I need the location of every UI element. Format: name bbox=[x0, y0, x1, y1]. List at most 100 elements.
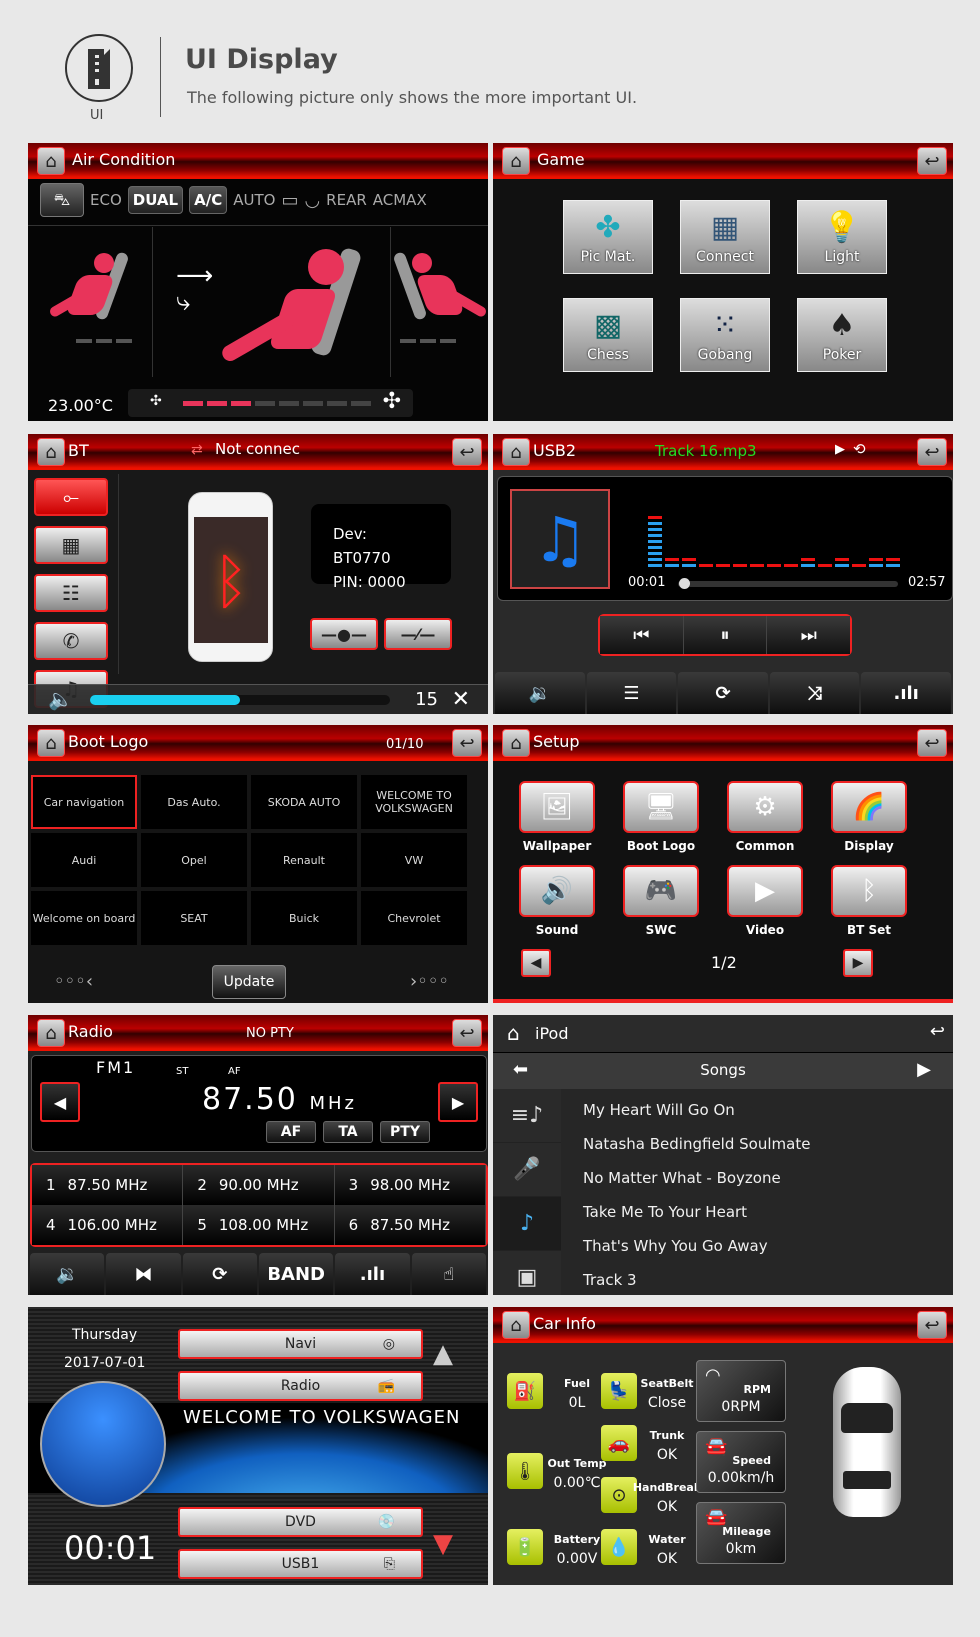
playlist-button[interactable]: ☰ bbox=[586, 672, 677, 714]
boot-logo-option[interactable]: Buick bbox=[251, 891, 357, 945]
boot-logo-option[interactable]: Renault bbox=[251, 833, 357, 887]
scroll-down-button[interactable]: ▼ bbox=[433, 1529, 453, 1559]
af-button[interactable]: AF bbox=[266, 1121, 316, 1143]
boot-logo-option[interactable]: Welcome on board bbox=[31, 891, 137, 945]
clock-orb[interactable] bbox=[40, 1381, 166, 1507]
ac-button[interactable]: A/C bbox=[189, 186, 228, 214]
back-button[interactable]: ↩ bbox=[917, 147, 947, 175]
previous-page-button[interactable]: ◦◦◦‹ bbox=[54, 971, 93, 992]
boot-logo-option[interactable]: Car navigation bbox=[31, 775, 137, 829]
preset-button[interactable]: 6 87.50 MHz bbox=[334, 1205, 486, 1245]
song-list-item[interactable]: Natasha Bedingfield Soulmate bbox=[566, 1127, 953, 1162]
equalizer-button[interactable]: .ılı bbox=[335, 1253, 410, 1295]
call-log-tab[interactable]: ✆ bbox=[34, 622, 108, 660]
back-button[interactable]: ↩ bbox=[452, 1019, 482, 1047]
balance-button[interactable]: ⧓ bbox=[106, 1253, 181, 1295]
boot-logo-option[interactable]: SKODA AUTO bbox=[251, 775, 357, 829]
songs-icon[interactable]: ♪ bbox=[493, 1197, 561, 1251]
dvd-button[interactable]: DVD 💿 bbox=[178, 1507, 423, 1537]
song-list-item[interactable]: Take Me To Your Heart bbox=[566, 1195, 953, 1230]
back-button[interactable]: ↩ bbox=[917, 438, 947, 466]
ta-button[interactable]: TA bbox=[323, 1121, 373, 1143]
home-button[interactable]: ⌂ bbox=[502, 1311, 530, 1339]
setup-item-video[interactable]: ▶ Video bbox=[727, 865, 803, 937]
equalizer-button[interactable]: .ılı bbox=[861, 672, 951, 714]
home-button[interactable]: ⌂ bbox=[37, 438, 65, 466]
preset-button[interactable]: 4 106.00 MHz bbox=[32, 1205, 184, 1245]
usb1-button[interactable]: USB1 ⎘ bbox=[178, 1549, 423, 1579]
album-icon[interactable]: ▣ bbox=[493, 1251, 561, 1295]
setup-item-display[interactable]: 🌈 Display bbox=[831, 781, 907, 853]
game-chess[interactable]: ▩ Chess bbox=[563, 298, 653, 372]
game-poker[interactable]: ♠ Poker bbox=[797, 298, 887, 372]
home-button[interactable]: ⌂ bbox=[37, 1019, 65, 1047]
acmax-button[interactable]: ACMAX bbox=[373, 191, 427, 209]
home-button[interactable]: ⌂ bbox=[37, 729, 65, 757]
navi-button[interactable]: Navi ◎ bbox=[178, 1329, 423, 1359]
home-button[interactable]: ⌂ bbox=[502, 147, 530, 175]
back-button[interactable]: ↩ bbox=[452, 438, 482, 466]
setup-item-boot-logo[interactable]: 🖥 Boot Logo bbox=[623, 781, 699, 853]
setup-item-common[interactable]: ⚙ Common bbox=[727, 781, 803, 853]
scroll-up-button[interactable]: ▲ bbox=[433, 1339, 453, 1369]
pty-button[interactable]: PTY bbox=[380, 1121, 430, 1143]
preset-button[interactable]: 5 108.00 MHz bbox=[183, 1205, 335, 1245]
previous-button[interactable]: ⏮ bbox=[600, 616, 684, 654]
seek-up-button[interactable]: ▶ bbox=[438, 1082, 478, 1122]
repeat-button[interactable]: ⟳ bbox=[678, 672, 768, 714]
boot-logo-option[interactable]: SEAT bbox=[141, 891, 247, 945]
dialpad-tab[interactable]: ▦ bbox=[34, 526, 108, 564]
radio-button[interactable]: Radio 📻 bbox=[178, 1371, 423, 1401]
setup-item-sound[interactable]: 🔊 Sound bbox=[519, 865, 595, 937]
seek-down-button[interactable]: ◀ bbox=[40, 1082, 80, 1122]
boot-logo-option[interactable]: VW bbox=[361, 833, 467, 887]
seek-bar[interactable] bbox=[678, 578, 898, 589]
next-button[interactable]: ⏭ bbox=[767, 616, 851, 654]
next-page-button[interactable]: ▶ bbox=[843, 949, 873, 977]
contacts-tab[interactable]: ☷ bbox=[34, 574, 108, 612]
back-icon[interactable]: ↩ bbox=[930, 1021, 945, 1042]
game-pic-mat[interactable]: ✤ Pic Mat. bbox=[563, 200, 653, 274]
setup-item-wallpaper[interactable]: 🖼 Wallpaper bbox=[519, 781, 595, 853]
band-button[interactable]: BAND bbox=[258, 1253, 334, 1295]
home-button[interactable]: ⌂ bbox=[37, 147, 65, 175]
right-seat-icon[interactable] bbox=[392, 243, 488, 333]
artist-icon[interactable]: 🎤 bbox=[493, 1143, 561, 1197]
home-button[interactable]: ⌂ bbox=[502, 729, 530, 757]
center-seat-icon[interactable] bbox=[218, 239, 363, 369]
shuffle-button[interactable]: ⤨ bbox=[769, 672, 860, 714]
song-list-item[interactable]: Track 3 bbox=[566, 1263, 953, 1295]
preset-button[interactable]: 2 90.00 MHz bbox=[183, 1165, 335, 1205]
song-list-item[interactable]: My Heart Will Go On bbox=[566, 1093, 953, 1128]
seek-knob[interactable] bbox=[679, 578, 691, 589]
volume-slider[interactable] bbox=[90, 695, 390, 705]
setup-item-swc[interactable]: 🎮 SWC bbox=[623, 865, 699, 937]
close-icon[interactable]: ✕ bbox=[452, 687, 470, 712]
auto-button[interactable]: AUTO bbox=[233, 191, 275, 209]
play-icon[interactable]: ▶ bbox=[917, 1059, 931, 1080]
connect-button[interactable]: —●— bbox=[310, 618, 378, 650]
car-recirculation-button[interactable]: ⛍ bbox=[40, 183, 84, 217]
next-page-button[interactable]: ›◦◦◦ bbox=[410, 971, 449, 992]
auto-store-button[interactable]: ⟳ bbox=[182, 1253, 257, 1295]
back-button[interactable]: ↩ bbox=[917, 729, 947, 757]
front-defrost-icon[interactable]: ◡ bbox=[304, 190, 320, 211]
disconnect-button[interactable]: —⁄— bbox=[384, 618, 452, 650]
song-list-item[interactable]: No Matter What - Boyzone bbox=[566, 1161, 953, 1196]
home-button[interactable]: ⌂ bbox=[502, 438, 530, 466]
song-list-item[interactable]: That's Why You Go Away bbox=[566, 1229, 953, 1264]
left-seat-icon[interactable] bbox=[48, 243, 138, 333]
update-button[interactable]: Update bbox=[212, 965, 286, 999]
touch-button[interactable]: ☝ bbox=[411, 1253, 486, 1295]
playlist-icon[interactable]: ≡♪ bbox=[493, 1089, 561, 1143]
boot-logo-option[interactable]: WELCOME TO VOLKSWAGEN bbox=[361, 775, 467, 829]
dual-button[interactable]: DUAL bbox=[127, 186, 184, 214]
boot-logo-option[interactable]: Audi bbox=[31, 833, 137, 887]
game-connect[interactable]: ▦ Connect bbox=[680, 200, 770, 274]
home-icon[interactable]: ⌂ bbox=[507, 1021, 520, 1045]
eco-button[interactable]: ECO bbox=[90, 191, 122, 209]
pause-button[interactable]: ⏸ bbox=[683, 616, 768, 654]
back-button[interactable]: ↩ bbox=[917, 1311, 947, 1339]
boot-logo-option[interactable]: Chevrolet bbox=[361, 891, 467, 945]
back-button[interactable]: ↩ bbox=[452, 729, 482, 757]
